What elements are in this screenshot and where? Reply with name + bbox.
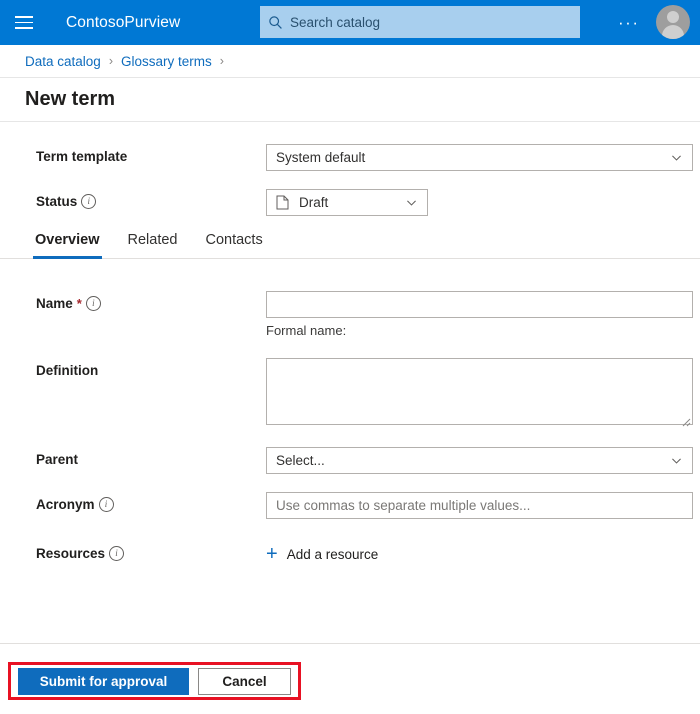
- status-select[interactable]: Draft: [266, 189, 428, 216]
- formal-name-helper: Formal name:: [266, 323, 347, 338]
- term-template-label: Term template: [36, 149, 128, 164]
- app-header: ContosoPurview Search catalog ···: [0, 0, 700, 45]
- field-row-name: Name * i Formal name:: [0, 291, 700, 338]
- cancel-button[interactable]: Cancel: [198, 668, 291, 695]
- name-input[interactable]: [266, 291, 693, 318]
- term-template-value: System default: [276, 150, 366, 165]
- search-input[interactable]: Search catalog: [260, 6, 580, 38]
- info-icon[interactable]: i: [98, 497, 114, 512]
- definition-control: [266, 358, 700, 427]
- acronym-label: Acronym i: [36, 492, 266, 512]
- field-row-acronym: Acronym i Use commas to separate multipl…: [0, 492, 700, 519]
- tab-contacts[interactable]: Contacts: [203, 230, 264, 259]
- parent-label: Parent: [36, 452, 79, 467]
- field-row-term-template: Term template System default: [0, 144, 700, 171]
- field-row-definition: Definition: [0, 358, 700, 427]
- more-options-icon[interactable]: ···: [618, 0, 639, 45]
- search-icon: [260, 15, 290, 30]
- chevron-right-icon: ›: [219, 54, 224, 68]
- new-term-form: Term template System default Status i Dr…: [0, 122, 700, 564]
- chevron-down-icon: [405, 196, 418, 209]
- submit-for-approval-button[interactable]: Submit for approval: [18, 668, 189, 695]
- breadcrumb-item-data-catalog[interactable]: Data catalog: [25, 54, 101, 69]
- definition-label: Definition: [36, 363, 99, 378]
- acronym-placeholder: Use commas to separate multiple values..…: [276, 498, 531, 513]
- add-resource-label: Add a resource: [286, 546, 379, 562]
- tab-bar: Overview Related Contacts: [0, 230, 700, 259]
- parent-control: Select...: [266, 447, 700, 474]
- page-title-bar: New term: [0, 78, 700, 122]
- resources-control: + Add a resource: [266, 541, 700, 564]
- info-icon[interactable]: i: [81, 194, 97, 209]
- status-label: Status i: [36, 189, 266, 209]
- search-placeholder: Search catalog: [290, 14, 381, 30]
- footer-actions: Submit for approval Cancel: [0, 644, 700, 714]
- term-template-control: System default: [266, 144, 700, 171]
- breadcrumb-item-glossary-terms[interactable]: Glossary terms: [121, 54, 212, 69]
- field-row-parent: Parent Select...: [0, 447, 700, 474]
- app-brand-title: ContosoPurview: [66, 13, 181, 31]
- chevron-down-icon: [670, 454, 683, 467]
- name-label: Name * i: [36, 291, 266, 311]
- plus-icon: +: [266, 543, 278, 565]
- field-row-status: Status i Draft: [0, 189, 700, 216]
- tab-related[interactable]: Related: [126, 230, 180, 259]
- page-title: New term: [25, 88, 116, 110]
- parent-value: Select...: [276, 453, 325, 468]
- required-marker: *: [76, 296, 82, 311]
- resize-grip-icon[interactable]: [682, 414, 691, 427]
- parent-select[interactable]: Select...: [266, 447, 693, 474]
- info-icon[interactable]: i: [85, 296, 101, 311]
- status-value: Draft: [299, 195, 329, 210]
- status-control: Draft: [266, 189, 700, 216]
- definition-textarea[interactable]: [266, 358, 693, 427]
- breadcrumb: Data catalog › Glossary terms ›: [0, 45, 700, 78]
- document-icon: [276, 195, 289, 210]
- acronym-control: Use commas to separate multiple values..…: [266, 492, 700, 519]
- resources-label: Resources i: [36, 541, 266, 561]
- user-avatar-icon[interactable]: [656, 5, 690, 39]
- chevron-down-icon: [670, 151, 683, 164]
- acronym-input[interactable]: Use commas to separate multiple values..…: [266, 492, 693, 519]
- chevron-right-icon: ›: [108, 54, 113, 68]
- hamburger-menu-icon[interactable]: [0, 0, 48, 45]
- field-row-resources: Resources i + Add a resource: [0, 541, 700, 564]
- term-template-select[interactable]: System default: [266, 144, 693, 171]
- tab-overview[interactable]: Overview: [33, 230, 102, 259]
- info-icon[interactable]: i: [109, 546, 125, 561]
- name-control: Formal name:: [266, 291, 700, 338]
- add-resource-button[interactable]: + Add a resource: [266, 541, 700, 564]
